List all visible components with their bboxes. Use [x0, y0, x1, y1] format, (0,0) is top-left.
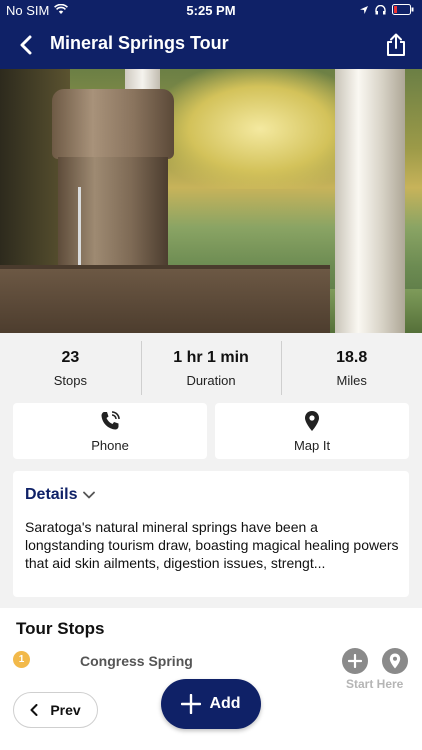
- details-card: Details Saratoga's natural mineral sprin…: [13, 471, 409, 597]
- details-text: Saratoga's natural mineral springs have …: [25, 519, 399, 571]
- stat-value: 23: [61, 348, 80, 366]
- add-stop-button[interactable]: [342, 648, 368, 674]
- stat-label: Duration: [186, 372, 236, 388]
- tour-stops-heading: Tour Stops: [16, 619, 105, 638]
- tour-hero-image: [0, 69, 422, 333]
- hero-sky: [160, 69, 360, 189]
- hero-basin-wall: [0, 269, 330, 333]
- add-button[interactable]: Add: [161, 679, 261, 729]
- start-here-label: Start Here: [346, 677, 404, 691]
- stat-value: 18.8: [336, 348, 368, 366]
- chevron-left-icon: [30, 704, 38, 716]
- add-label: Add: [209, 695, 241, 712]
- map-pin-icon: [305, 410, 319, 431]
- share-icon: [387, 33, 405, 56]
- battery-icon: [392, 3, 414, 18]
- phone-button[interactable]: Phone: [13, 403, 207, 459]
- map-it-label: Map It: [293, 437, 331, 453]
- chevron-down-icon: [83, 491, 96, 499]
- page-title: Mineral Springs Tour: [50, 33, 229, 53]
- share-button[interactable]: [382, 30, 410, 60]
- map-pin-icon: [389, 653, 401, 669]
- stop-location-button[interactable]: [382, 648, 408, 674]
- hero-fountain-top: [52, 89, 174, 159]
- hero-pillar-right: [335, 69, 405, 333]
- chevron-left-icon: [20, 35, 32, 55]
- stat-stops: 23 Stops: [0, 333, 141, 403]
- tour-stats: 23 Stops 1 hr 1 min Duration 18.8 Miles: [0, 333, 422, 403]
- status-right: [359, 3, 414, 18]
- stat-value: 1 hr 1 min: [173, 348, 249, 366]
- stop-number-badge: 1: [13, 651, 30, 668]
- headphones-icon: [375, 3, 386, 18]
- prev-label: Prev: [50, 702, 81, 718]
- phone-label: Phone: [91, 437, 129, 453]
- phone-icon: [101, 410, 120, 429]
- status-bar: No SIM 5:25 PM: [0, 0, 422, 22]
- details-section: Details Saratoga's natural mineral sprin…: [0, 471, 422, 608]
- stat-label: Stops: [53, 372, 87, 388]
- location-arrow-icon: [359, 3, 369, 18]
- details-toggle[interactable]: Details: [25, 486, 96, 504]
- nav-bar: Mineral Springs Tour: [0, 22, 422, 69]
- map-it-button[interactable]: Map It: [215, 403, 409, 459]
- plus-icon: [348, 654, 362, 668]
- prev-button[interactable]: Prev: [13, 692, 98, 728]
- stat-miles: 18.8 Miles: [281, 333, 422, 403]
- plus-icon: [181, 694, 202, 714]
- stat-label: Miles: [336, 372, 367, 388]
- back-button[interactable]: [12, 31, 40, 59]
- stat-duration: 1 hr 1 min Duration: [140, 333, 282, 403]
- details-heading: Details: [25, 486, 78, 503]
- action-row: Phone Map It: [0, 403, 422, 471]
- stop-name[interactable]: Congress Spring: [80, 653, 193, 669]
